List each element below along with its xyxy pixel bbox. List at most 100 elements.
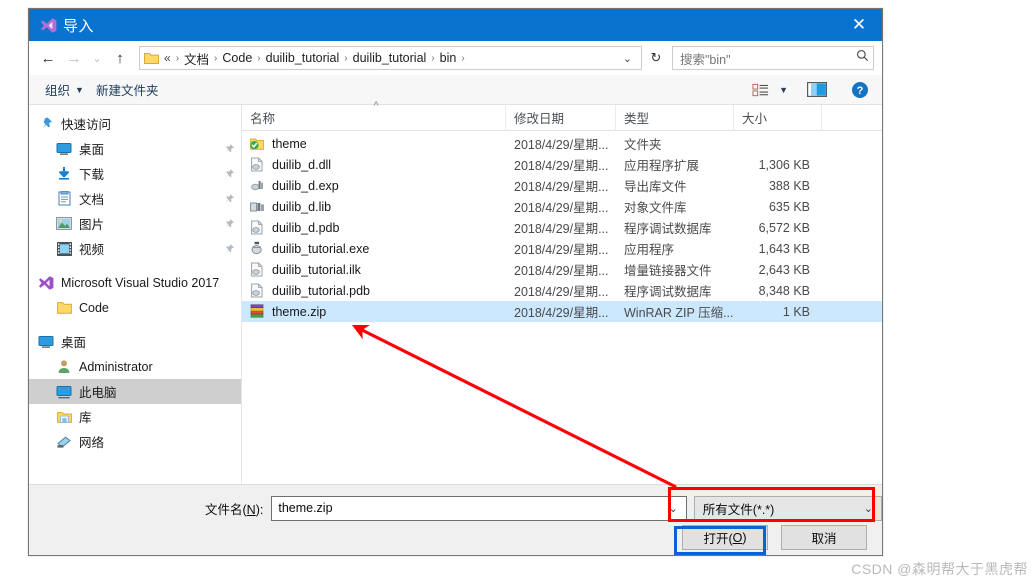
chevron-down-icon: ▼ [75,84,84,95]
breadcrumb-item-3[interactable]: duilib_tutorial [353,51,427,65]
table-row[interactable]: duilib_d.dll 2018/4/29/星期... 应用程序扩展 1,30… [242,154,882,175]
breadcrumb-item-2[interactable]: duilib_tutorial [266,51,340,65]
user-icon [55,358,73,376]
breadcrumb-item-4[interactable]: bin [440,51,457,65]
documents-icon [55,190,73,208]
sidebar-group-desktop[interactable]: 桌面 [29,329,241,354]
command-toolbar: 组织 ▼ 新建文件夹 ▼ ? [29,75,882,105]
file-date: 2018/4/29/星期... [514,243,609,257]
view-options-icon[interactable] [747,79,774,101]
file-size: 2,643 KB [758,262,810,277]
breadcrumb-item-0[interactable]: 文档 [184,49,209,68]
table-row[interactable]: duilib_d.exp 2018/4/29/星期... 导出库文件 388 K… [242,175,882,196]
view-options-chevron-down-icon[interactable]: ▼ [779,85,788,95]
file-date: 2018/4/29/星期... [514,222,609,236]
organize-button[interactable]: 组织 ▼ [39,79,90,101]
sidebar-group-quick-access[interactable]: 快速访问 [29,111,241,136]
preview-pane-icon[interactable] [802,79,832,101]
sidebar-item-this-pc[interactable]: 此电脑 [29,379,241,404]
breadcrumb-item-1[interactable]: Code [222,51,252,65]
column-header-type[interactable]: 类型 [616,104,734,131]
chevron-down-icon[interactable]: ⌄ [858,502,879,515]
sidebar-item-administrator[interactable]: Administrator [29,354,241,379]
sidebar-item-libraries[interactable]: 库 [29,404,241,429]
search-icon [856,49,869,67]
sidebar-group-label: Microsoft Visual Studio 2017 [61,275,220,290]
pdb-file-icon [248,220,266,235]
column-header-size[interactable]: 大小 [734,104,822,131]
table-row[interactable]: duilib_tutorial.pdb 2018/4/29/星期... 程序调试… [242,280,882,301]
back-button[interactable]: ← [35,45,61,71]
file-type-filter-select[interactable]: 所有文件(*.*) ⌄ [693,495,882,521]
pin-icon[interactable] [223,168,235,180]
table-row[interactable]: duilib_d.pdb 2018/4/29/星期... 程序调试数据库 6,5… [242,217,882,238]
pin-icon[interactable] [223,143,235,155]
cancel-button[interactable]: 取消 [781,525,867,550]
sidebar-item-desktop[interactable]: 桌面 [29,136,241,161]
file-type: 导出库文件 [624,180,687,194]
chevron-right-icon: › [214,52,218,64]
table-row[interactable]: theme 2018/4/29/星期... 文件夹 [242,133,882,154]
forward-button[interactable]: → [61,45,87,71]
watermark: CSDN @森明帮大于黑虎帮 [851,561,1028,577]
table-row[interactable]: theme.zip 2018/4/29/星期... WinRAR ZIP 压缩.… [242,301,882,322]
table-row[interactable]: duilib_tutorial.exe 2018/4/29/星期... 应用程序… [242,238,882,259]
column-header-name[interactable]: 名称 [242,100,506,131]
file-date: 2018/4/29/星期... [514,306,609,320]
column-header-date[interactable]: 修改日期 [506,104,616,131]
refresh-button[interactable]: ↻ [644,46,668,70]
library-icon [55,408,73,426]
file-type: 对象文件库 [624,201,687,215]
file-size: 388 KB [768,178,810,193]
this-pc-icon [55,383,73,401]
file-name: theme [272,136,307,151]
search-input[interactable]: 搜索"bin" [680,49,856,68]
file-type: 应用程序 [624,243,675,257]
breadcrumb: « › 文档 › Code › duilib_tutorial › duilib… [164,49,616,68]
chevron-right-icon: › [431,52,435,64]
search-box[interactable]: 搜索"bin" [672,46,874,70]
sidebar-item-label: 下载 [79,168,105,182]
sidebar-group-label: 桌面 [61,336,87,350]
chevron-down-icon[interactable]: ⌄ [663,502,684,515]
file-type: 程序调试数据库 [624,285,712,299]
sidebar-group-visual-studio[interactable]: Microsoft Visual Studio 2017 [29,270,241,295]
up-button[interactable]: ↑ [107,45,133,71]
filename-value[interactable]: theme.zip [278,501,662,515]
pin-icon[interactable] [223,243,235,255]
help-icon[interactable]: ? [846,79,874,101]
sidebar-item-pictures[interactable]: 图片 [29,211,241,236]
close-icon[interactable]: ✕ [836,9,882,41]
new-folder-button[interactable]: 新建文件夹 [90,79,165,101]
breadcrumb-overflow[interactable]: « [164,51,171,65]
file-date: 2018/4/29/星期... [514,264,609,278]
sidebar-item-videos[interactable]: 视频 [29,236,241,261]
sidebar-item-label: 图片 [79,218,105,232]
navigation-sidebar[interactable]: 快速访问 桌面 下载 文档 图片 视频 Microsoft Visual Stu… [29,105,242,484]
file-type: WinRAR ZIP 压缩... [624,306,734,320]
pin-icon[interactable] [223,193,235,205]
sidebar-item-label: 此电脑 [79,386,117,400]
file-type-filter-value: 所有文件(*.*) [702,502,775,517]
sidebar-item-downloads[interactable]: 下载 [29,161,241,186]
file-date: 2018/4/29/星期... [514,138,609,152]
pin-icon[interactable] [223,218,235,230]
sidebar-item-code[interactable]: Code [29,295,241,320]
visual-studio-icon [35,17,61,34]
screenshot-canvas: 导入 ✕ ← → ⌄ ↑ « › 文档 › Code › duilib_tuto… [0,0,1034,582]
file-list[interactable]: theme 2018/4/29/星期... 文件夹 duilib_d.dll 2… [242,131,882,484]
address-bar[interactable]: « › 文档 › Code › duilib_tutorial › duilib… [139,46,642,70]
file-name: duilib_tutorial.pdb [272,283,370,298]
filename-input[interactable]: theme.zip ⌄ [271,495,687,521]
file-name: duilib_d.dll [272,157,332,172]
chevron-down-icon[interactable]: ⌄ [616,52,639,65]
recent-locations-button[interactable]: ⌄ [87,45,107,71]
open-button[interactable]: 打开(O) [682,525,768,550]
table-row[interactable]: duilib_d.lib 2018/4/29/星期... 对象文件库 635 K… [242,196,882,217]
table-row[interactable]: duilib_tutorial.ilk 2018/4/29/星期... 增量链接… [242,259,882,280]
sidebar-item-documents[interactable]: 文档 [29,186,241,211]
file-type: 应用程序扩展 [624,159,700,173]
file-size: 635 KB [768,199,810,214]
sidebar-item-network[interactable]: 网络 [29,429,241,454]
